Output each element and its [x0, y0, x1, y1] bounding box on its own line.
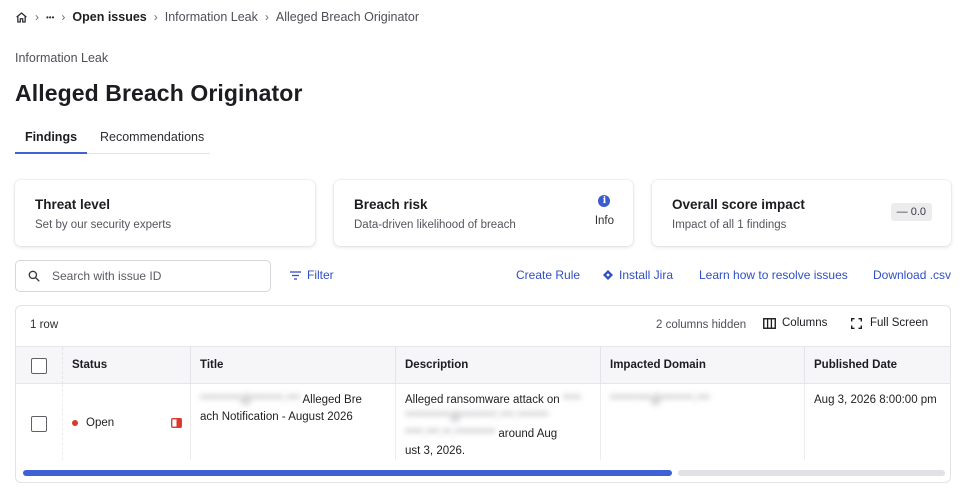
redacted-text: **** [562, 394, 581, 406]
columns-button[interactable]: Columns [763, 317, 827, 329]
breach-risk-card: Breach risk Data-driven likelihood of br… [334, 180, 633, 246]
horizontal-scrollbar-thumb[interactable] [23, 470, 672, 476]
columns-icon [763, 317, 776, 329]
threat-level-title: Threat level [35, 197, 111, 212]
search-input[interactable] [52, 269, 252, 283]
horizontal-scrollbar-track[interactable] [678, 470, 945, 476]
search-icon [28, 270, 40, 282]
home-icon[interactable] [15, 11, 28, 24]
tab-bar: Findings Recommendations [15, 125, 210, 154]
breadcrumb-more[interactable]: ••• [46, 13, 54, 22]
threat-level-card: Threat level Set by our security experts [15, 180, 315, 246]
redacted-text: *********@*******.*** [610, 394, 710, 406]
impacted-domain-cell: *********@*******.*** [600, 384, 804, 460]
search-box[interactable] [15, 260, 271, 292]
columns-label: Columns [782, 317, 828, 329]
title-cell[interactable]: *********@*******.*** Alleged Bre ach No… [190, 384, 395, 460]
row-count: 1 row [30, 319, 59, 331]
tab-recommendations[interactable]: Recommendations [87, 125, 204, 154]
findings-table: 1 row 2 columns hidden Columns Full Scre… [15, 305, 951, 483]
column-header-title[interactable]: Title [190, 347, 395, 384]
page-category: Information Leak [15, 51, 109, 65]
install-jira-link[interactable]: Install Jira [603, 268, 673, 282]
column-header-impacted-domain[interactable]: Impacted Domain [600, 347, 804, 384]
toolbar: Filter Create Rule Install Jira Learn ho… [0, 260, 969, 292]
column-header-status[interactable]: Status [62, 347, 190, 384]
tab-findings[interactable]: Findings [15, 125, 87, 154]
published-date-cell: Aug 3, 2026 8:00:00 pm [804, 384, 950, 460]
status-cell: Open [62, 384, 190, 460]
threat-level-subtitle: Set by our security experts [35, 219, 172, 231]
chevron-right-icon: › [35, 10, 39, 24]
column-header-published-date[interactable]: Published Date [804, 347, 950, 384]
score-impact-card: Overall score impact Impact of all 1 fin… [652, 180, 951, 246]
description-text-line4: ust 3, 2026. [405, 445, 466, 457]
hidden-columns-count: 2 columns hidden [656, 319, 747, 331]
row-checkbox[interactable] [31, 416, 47, 432]
filter-button[interactable]: Filter [290, 268, 334, 282]
learn-resolve-link[interactable]: Learn how to resolve issues [699, 268, 848, 282]
redacted-text: *********@*******.*** [200, 394, 300, 406]
redacted-text: **********@********.***.******* [405, 411, 549, 423]
breach-risk-subtitle: Data-driven likelihood of breach [354, 219, 516, 231]
status-dot [72, 419, 78, 426]
fullscreen-label: Full Screen [870, 317, 929, 329]
chevron-right-icon: › [153, 10, 158, 24]
column-header-description[interactable]: Description [395, 347, 600, 384]
title-text-line2: ach Notification - August 2026 [200, 411, 353, 423]
fullscreen-button[interactable]: Full Screen [851, 317, 928, 329]
install-jira-label: Install Jira [619, 268, 674, 282]
chevron-right-icon: › [264, 10, 269, 24]
fullscreen-icon [851, 317, 862, 329]
jira-icon [603, 270, 613, 280]
flag-icon[interactable] [171, 418, 182, 428]
description-cell: Alleged ransomware attack on **** ******… [395, 384, 600, 460]
breach-risk-badge: i Info [595, 195, 614, 227]
table-row[interactable]: Open *********@*******.*** Alleged Bre a… [16, 384, 950, 460]
title-text-line1: Alleged Bre [302, 394, 362, 406]
breach-risk-level: Info [594, 215, 614, 227]
breach-risk-title: Breach risk [354, 197, 428, 212]
filter-label: Filter [307, 268, 334, 282]
chevron-right-icon: › [61, 10, 66, 24]
redacted-text: ****.***.**.********* [405, 428, 496, 440]
breadcrumb-open-issues[interactable]: Open issues [72, 10, 146, 24]
info-icon: i [598, 195, 611, 207]
download-csv-link[interactable]: Download .csv [873, 268, 951, 282]
table-header-bar: 1 row 2 columns hidden Columns Full Scre… [16, 306, 950, 346]
filter-icon [290, 270, 301, 280]
breadcrumb-current: Alleged Breach Originator [275, 10, 419, 24]
score-impact-value: — 0.0 [890, 203, 932, 221]
status-badge: Open [86, 417, 115, 429]
select-all-checkbox[interactable] [31, 358, 47, 374]
table-head: Status Title Description Impacted Domain… [16, 346, 950, 384]
page-title: Alleged Breach Originator [15, 80, 303, 106]
description-text-line1: Alleged ransomware attack on [405, 394, 560, 406]
breadcrumb: › ••• › Open issues › Information Leak ›… [15, 9, 419, 25]
breadcrumb-information-leak[interactable]: Information Leak [165, 10, 258, 24]
description-text-tail: around Aug [498, 428, 558, 440]
create-rule-link[interactable]: Create Rule [516, 268, 580, 282]
